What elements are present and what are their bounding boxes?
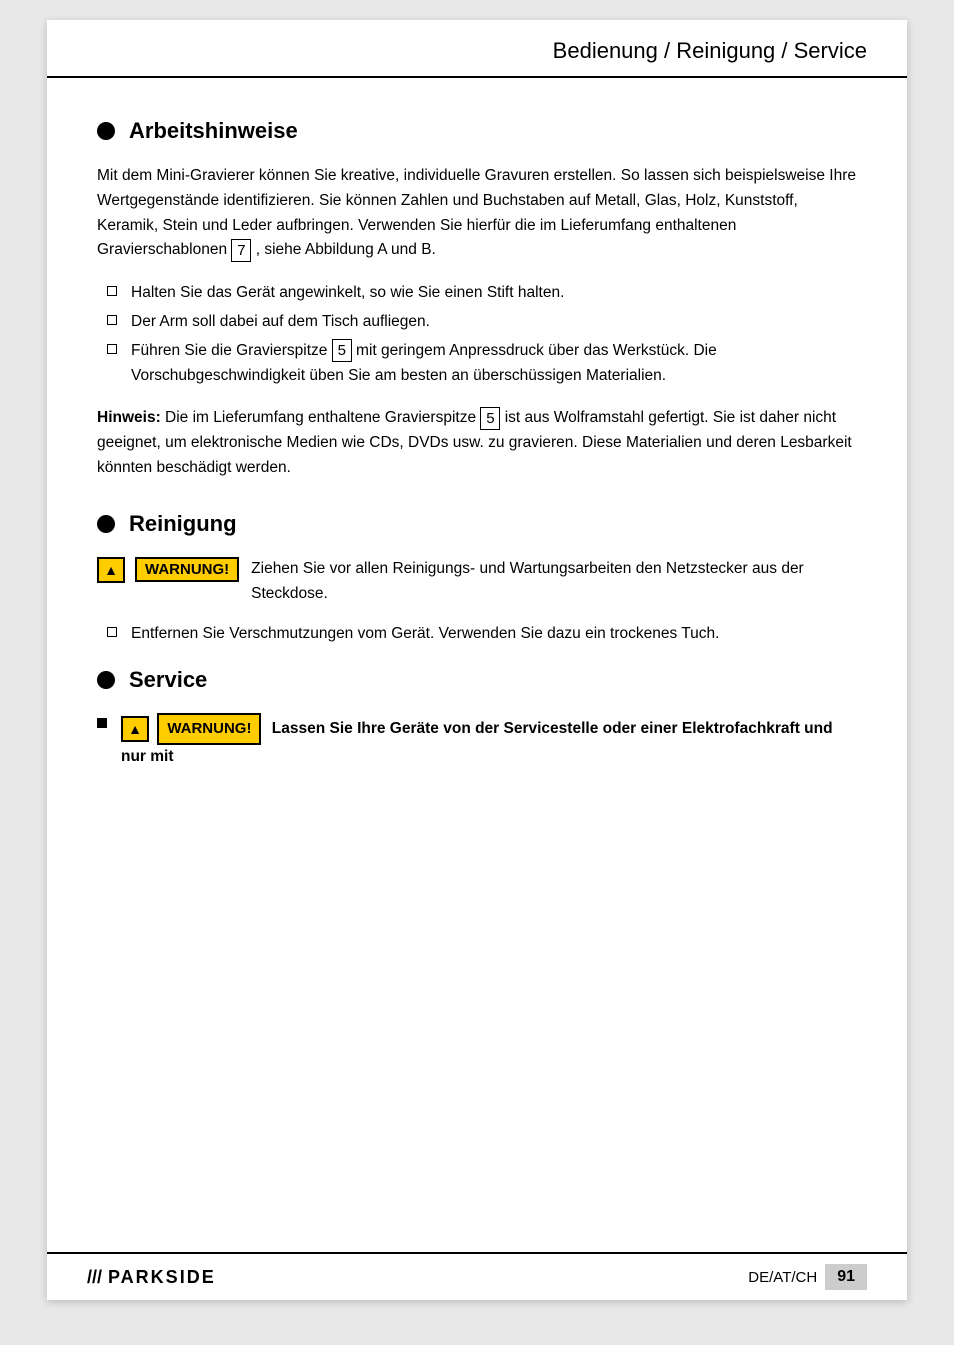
- filled-bullet-icon: [97, 718, 107, 728]
- gravierspitze-number: 5: [332, 339, 352, 362]
- square-bullet-icon: [107, 286, 117, 296]
- list-item: Entfernen Sie Verschmutzungen vom Gerät.…: [107, 622, 857, 647]
- service-title: Service: [129, 667, 207, 693]
- list-item-text: Halten Sie das Gerät angewinkelt, so wie…: [131, 281, 564, 306]
- warnung-triangle-icon: ▲: [97, 557, 125, 583]
- page: Bedienung / Reinigung / Service Arbeitsh…: [47, 20, 907, 1300]
- section-service-heading: Service: [97, 667, 857, 693]
- square-bullet-icon: [107, 627, 117, 637]
- service-list: ▲ WARNUNG! Lassen Sie Ihre Geräte von de…: [97, 713, 857, 770]
- square-bullet-icon: [107, 315, 117, 325]
- section-arbeitshinweise-heading: Arbeitshinweise: [97, 118, 857, 144]
- list-item: Halten Sie das Gerät angewinkelt, so wie…: [107, 281, 857, 306]
- service-warnung-text: ▲ WARNUNG! Lassen Sie Ihre Geräte von de…: [121, 713, 857, 770]
- parkside-logo: /// PARKSIDE: [87, 1267, 216, 1288]
- section-reinigung-heading: Reinigung: [97, 511, 857, 537]
- arbeitshinweise-list: Halten Sie das Gerät angewinkelt, so wie…: [97, 281, 857, 388]
- schablonen-number: 7: [231, 239, 251, 262]
- bullet-circle-icon: [97, 671, 115, 689]
- list-item: Der Arm soll dabei auf dem Tisch auflieg…: [107, 310, 857, 335]
- square-bullet-icon: [107, 344, 117, 354]
- logo-text: PARKSIDE: [108, 1267, 216, 1288]
- hinweis-number: 5: [480, 407, 500, 430]
- arbeitshinweise-title: Arbeitshinweise: [129, 118, 298, 144]
- bullet-circle-icon: [97, 122, 115, 140]
- list-item-text: Entfernen Sie Verschmutzungen vom Gerät.…: [131, 622, 719, 647]
- page-footer: /// PARKSIDE DE/AT/CH 91: [47, 1252, 907, 1300]
- list-item-text: Der Arm soll dabei auf dem Tisch auflieg…: [131, 310, 430, 335]
- arbeitshinweise-intro: Mit dem Mini-Gravierer können Sie kreati…: [97, 164, 857, 263]
- warnung-label: WARNUNG!: [135, 557, 239, 582]
- page-content: Arbeitshinweise Mit dem Mini-Gravierer k…: [47, 78, 907, 818]
- service-list-item: ▲ WARNUNG! Lassen Sie Ihre Geräte von de…: [97, 713, 857, 770]
- reinigung-warnung: ▲ WARNUNG! Ziehen Sie vor allen Reinigun…: [97, 557, 857, 607]
- header-title: Bedienung / Reinigung / Service: [553, 38, 867, 63]
- page-header: Bedienung / Reinigung / Service: [47, 20, 907, 78]
- warnung-inline: ▲ WARNUNG! Ziehen Sie vor allen Reinigun…: [97, 557, 857, 607]
- list-item: Führen Sie die Gravierspitze 5 mit gerin…: [107, 339, 857, 389]
- reinigung-list: Entfernen Sie Verschmutzungen vom Gerät.…: [97, 622, 857, 647]
- hinweis-block: Hinweis: Die im Lieferumfang enthaltene …: [97, 406, 857, 480]
- footer-locale: DE/AT/CH: [748, 1269, 817, 1286]
- hinweis-label: Hinweis:: [97, 409, 161, 426]
- bullet-circle-icon: [97, 515, 115, 533]
- footer-right: DE/AT/CH 91: [748, 1264, 867, 1290]
- service-warnung-label: WARNUNG!: [157, 713, 261, 745]
- logo-slashes: ///: [87, 1267, 102, 1288]
- warnung-text: Ziehen Sie vor allen Reinigungs- und War…: [251, 557, 857, 607]
- footer-page-number: 91: [825, 1264, 867, 1290]
- list-item-text: Führen Sie die Gravierspitze 5 mit gerin…: [131, 339, 857, 389]
- warnung-triangle-icon: ▲: [121, 716, 149, 742]
- reinigung-title: Reinigung: [129, 511, 237, 537]
